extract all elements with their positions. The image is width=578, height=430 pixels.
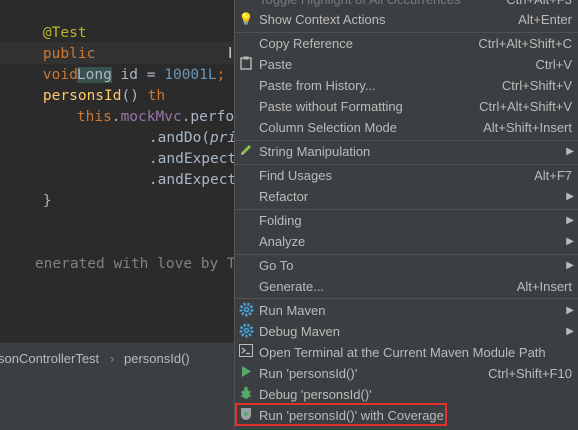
submenu-arrow-icon: ▶: [566, 236, 574, 247]
maven-gear-icon: [238, 323, 254, 340]
menu-separator: [235, 298, 578, 299]
menu-item-run-personsid[interactable]: Run 'personsId()' Ctrl+Shift+F10: [235, 363, 578, 384]
submenu-arrow-icon: ▶: [566, 191, 574, 202]
menu-item-debug-personsid[interactable]: Debug 'personsId()': [235, 384, 578, 405]
submenu-arrow-icon: ▶: [566, 260, 574, 271]
code-line-annotation: @Test: [8, 2, 87, 41]
submenu-arrow-icon: ▶: [566, 215, 574, 226]
menu-item-run-maven[interactable]: Run Maven ▶: [235, 300, 578, 321]
clipboard-icon: [238, 56, 254, 73]
menu-item-find-usages[interactable]: Find Usages Alt+F7: [235, 165, 578, 186]
code-line-id-declaration: Long id = 10001L;: [42, 44, 225, 83]
bottom-panel: [0, 373, 240, 430]
menu-item-paste-from-history[interactable]: Paste from History... Ctrl+Shift+V: [235, 75, 578, 96]
code-line-closing-brace: }: [8, 170, 52, 209]
run-icon: [238, 365, 254, 382]
id-assignment: id =: [111, 67, 165, 83]
terminal-icon: [238, 344, 254, 361]
breadcrumb: sonControllerTest › personsId(): [0, 342, 240, 373]
menu-item-analyze[interactable]: Analyze ▶: [235, 231, 578, 252]
id-value: 10001L: [164, 67, 217, 83]
andexpect-call: .andExpect(: [148, 172, 245, 188]
menu-item-generate[interactable]: Generate... Alt+Insert: [235, 276, 578, 297]
submenu-arrow-icon: ▶: [566, 146, 574, 157]
menu-item-string-manipulation[interactable]: String Manipulation ▶: [235, 141, 578, 162]
submenu-arrow-icon: ▶: [566, 326, 574, 337]
context-menu: Toggle Highlight of All Occurrences Ctrl…: [234, 0, 578, 430]
closing-brace: }: [42, 193, 52, 209]
keyword-this: this: [76, 109, 112, 125]
breadcrumb-method[interactable]: personsId(): [124, 351, 190, 366]
highlight-box: [235, 403, 447, 426]
menu-item-copy-reference[interactable]: Copy Reference Ctrl+Alt+Shift+C: [235, 33, 578, 54]
breadcrumb-class[interactable]: sonControllerTest: [0, 351, 99, 366]
menu-item-open-terminal[interactable]: Open Terminal at the Current Maven Modul…: [235, 342, 578, 363]
menu-item-folding[interactable]: Folding ▶: [235, 210, 578, 231]
menu-item-column-selection-mode[interactable]: Column Selection Mode Alt+Shift+Insert: [235, 117, 578, 138]
breadcrumb-separator: ›: [110, 351, 115, 366]
menu-item-debug-maven[interactable]: Debug Maven ▶: [235, 321, 578, 342]
pencil-icon: [238, 143, 254, 160]
debug-bug-icon: [238, 386, 254, 403]
menu-item-paste-without-formatting[interactable]: Paste without Formatting Ctrl+Alt+Shift+…: [235, 96, 578, 117]
code-line-method-signature: public void personsId() th: [8, 23, 165, 104]
menu-item-refactor[interactable]: Refactor ▶: [235, 186, 578, 207]
text-cursor-icon: I: [228, 44, 233, 62]
menu-item-show-context-actions[interactable]: 💡 Show Context Actions Alt+Enter: [235, 9, 578, 30]
menu-item-paste[interactable]: Paste Ctrl+V: [235, 54, 578, 75]
generated-comment: enerated with love by TestM: [0, 233, 271, 272]
maven-gear-icon: [238, 302, 254, 319]
submenu-arrow-icon: ▶: [566, 305, 574, 316]
type-long: Long: [76, 67, 112, 83]
menu-item-go-to[interactable]: Go To ▶: [235, 255, 578, 276]
bulb-icon: 💡: [238, 12, 254, 26]
semicolon: ;: [216, 67, 226, 83]
